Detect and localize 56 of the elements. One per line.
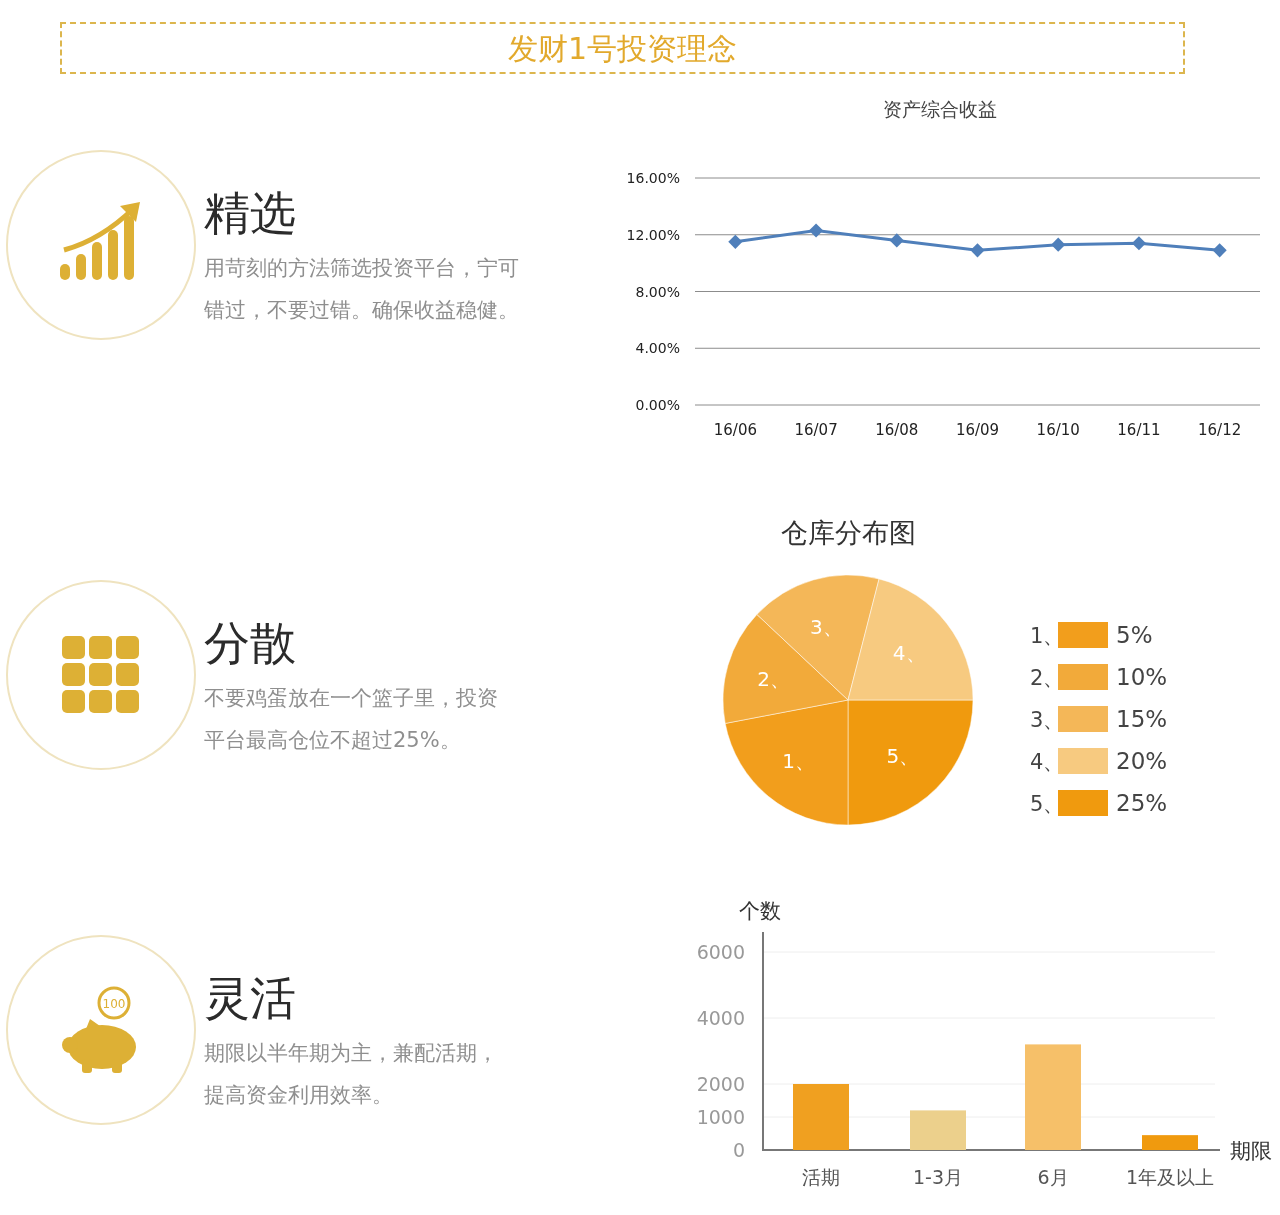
axis-tick-label: 6000 — [696, 941, 745, 963]
axis-title: 期限 — [1230, 1139, 1272, 1163]
coin-icon — [97, 986, 131, 1020]
data-point — [889, 233, 904, 248]
axis-tick-label: 16/09 — [955, 421, 1000, 439]
axis-tick-label: 0.00% — [635, 397, 680, 413]
bar — [1142, 1135, 1198, 1150]
coin-label: 100 — [102, 997, 126, 1011]
chart-title: 资产综合收益 — [883, 98, 997, 120]
axis-tick-label: 12.00% — [626, 226, 680, 243]
slice-label: 5、 — [886, 743, 920, 768]
axis-tick-label: 0 — [732, 1139, 745, 1161]
piggy-bank-icon — [62, 1019, 136, 1073]
bar — [910, 1110, 966, 1150]
section-title: 精选 — [204, 188, 297, 239]
legend-marker: 3、 — [1030, 708, 1065, 732]
slice-label: 2、 — [757, 667, 790, 692]
axis-tick-label: 1000 — [696, 1106, 745, 1128]
axis-tick-label: 4000 — [696, 1007, 745, 1029]
section-description: 期限以半年期为主，兼配活期， 提高资金利用效率。 — [204, 1039, 498, 1109]
slice-label: 4、 — [892, 641, 926, 666]
data-point — [809, 223, 824, 238]
legend-label: 20% — [1116, 748, 1168, 774]
axis-tick-label: 16.00% — [626, 170, 680, 186]
axis-tick-label: 活期 — [802, 1166, 840, 1188]
section-title: 分散 — [204, 618, 297, 669]
bar — [793, 1084, 849, 1150]
axis-tick-label: 4.00% — [635, 340, 680, 357]
axis-tick-label: 16/08 — [875, 421, 919, 439]
axis-tick-label: 1-3月 — [913, 1166, 963, 1188]
data-point — [728, 234, 743, 249]
axis-tick-label: 16/06 — [713, 421, 757, 439]
legend-label: 5% — [1116, 622, 1153, 648]
axis-tick-label: 8.00% — [635, 283, 680, 300]
legend-label: 15% — [1116, 706, 1168, 732]
section-title: 灵活 — [204, 973, 297, 1024]
legend-marker: 4、 — [1030, 750, 1065, 774]
axis-tick-label: 16/11 — [1117, 421, 1161, 439]
banner-title: 发财1号投资理念 — [507, 29, 738, 68]
axis-title: 个数 — [739, 899, 781, 923]
section-description: 用苛刻的方法筛选投资平台，宁可 错过，不要过错。确保收益稳健。 — [204, 254, 519, 324]
chart-title: 仓库分布图 — [780, 517, 916, 548]
axis-tick-label: 6月 — [1037, 1166, 1069, 1188]
axis-tick-label: 16/07 — [794, 421, 838, 439]
axis-tick-label: 1年及以上 — [1125, 1166, 1215, 1188]
legend-label: 25% — [1116, 790, 1168, 816]
section-description: 不要鸡蛋放在一个篮子里，投资 平台最高仓位不超过25%。 — [204, 684, 498, 754]
slice-label: 1、 — [782, 748, 815, 773]
legend-marker: 5、 — [1030, 792, 1065, 816]
axis-tick-label: 2000 — [696, 1073, 745, 1095]
axis-tick-label: 16/10 — [1036, 421, 1080, 439]
axis-tick-label: 16/12 — [1198, 421, 1242, 439]
slice-label: 3、 — [810, 614, 843, 639]
legend-label: 10% — [1116, 664, 1168, 690]
legend-marker: 1、 — [1030, 624, 1065, 648]
legend-marker: 2、 — [1030, 666, 1065, 690]
